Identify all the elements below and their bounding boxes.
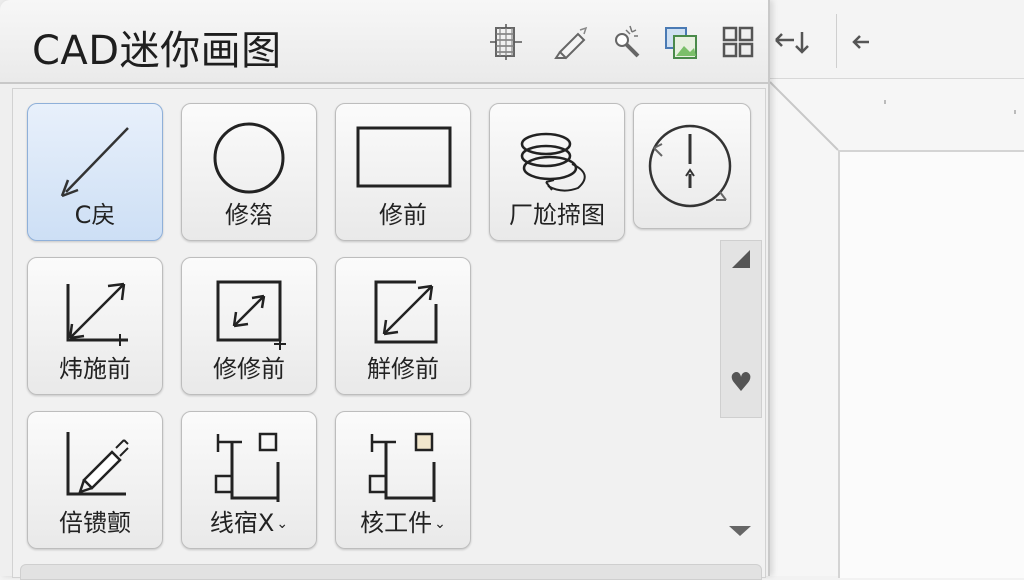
tool-circle-button[interactable]: 修箈 [181, 103, 317, 241]
tool-rectangle-button[interactable]: 修前 [335, 103, 471, 241]
tool-draw-axis-label: 倍镄颤 [59, 509, 131, 537]
hatch-grid-icon[interactable] [484, 20, 528, 64]
undo-arrow-icon[interactable] [770, 20, 814, 64]
tool-expand-button[interactable]: 炜施前 [27, 257, 163, 395]
chevron-down-icon: ⌄ [276, 516, 289, 532]
tool-shrink-button[interactable]: 修修前 [181, 257, 317, 395]
tool-expand-label: 炜施前 [59, 355, 131, 383]
heart-glyph: ♥ [729, 368, 753, 398]
pencil-eraser-icon[interactable] [550, 20, 594, 64]
layers-image-icon[interactable] [660, 20, 704, 64]
tool-circle-label: 修箈 [225, 201, 273, 229]
scroll-up-icon[interactable] [721, 241, 761, 277]
panel-bottom-strip [20, 564, 762, 580]
tool-rectangle-label: 修前 [379, 201, 427, 229]
tool-extend-button[interactable]: 觧修前 [335, 257, 471, 395]
panel-titlebar: CAD迷你画图 [0, 0, 768, 84]
chevron-down-icon: ⌄ [434, 516, 446, 532]
tool-align-a-label: 线宿X ⌄ [209, 509, 289, 537]
grid-view-icon[interactable] [716, 20, 760, 64]
tools-area: C戻 修箈 修前 厂尬揥图 炜施前 修修前 觧修前 倍镄颤 线宿X ⌄ 核工件 … [12, 88, 766, 578]
panel-title: CAD迷你画图 [32, 28, 282, 74]
back-arrow-icon[interactable] [840, 20, 884, 64]
magic-wand-icon[interactable] [604, 20, 648, 64]
toolbar-separator [836, 14, 837, 68]
scroll-down-icon[interactable] [720, 512, 760, 548]
tool-rotate-button[interactable] [633, 103, 751, 229]
tool-extend-label: 觧修前 [367, 355, 439, 383]
tool-align-a-button[interactable]: 线宿X ⌄ [181, 411, 317, 549]
tool-line-button[interactable]: C戻 [27, 103, 163, 241]
rotate-clock-icon [648, 124, 732, 208]
tool-spiral-button[interactable]: 厂尬揥图 [489, 103, 625, 241]
tool-align-b-button[interactable]: 核工件 ⌄ [335, 411, 471, 549]
heart-icon[interactable]: ♥ [721, 365, 761, 401]
tool-draw-axis-button[interactable]: 倍镄颤 [27, 411, 163, 549]
tool-line-label: C戻 [74, 201, 116, 229]
tool-spiral-label: 厂尬揥图 [509, 201, 605, 229]
mini-draw-panel: CAD迷你画图 C戻 修箈 修前 厂尬揥图 炜施前 修修前 觧修前 倍镄颤 线宿… [0, 0, 809, 580]
tools-scrollbar[interactable]: ♥ [720, 240, 762, 418]
tool-shrink-label: 修修前 [213, 355, 285, 383]
tool-align-b-label: 核工件 ⌄ [360, 509, 446, 537]
